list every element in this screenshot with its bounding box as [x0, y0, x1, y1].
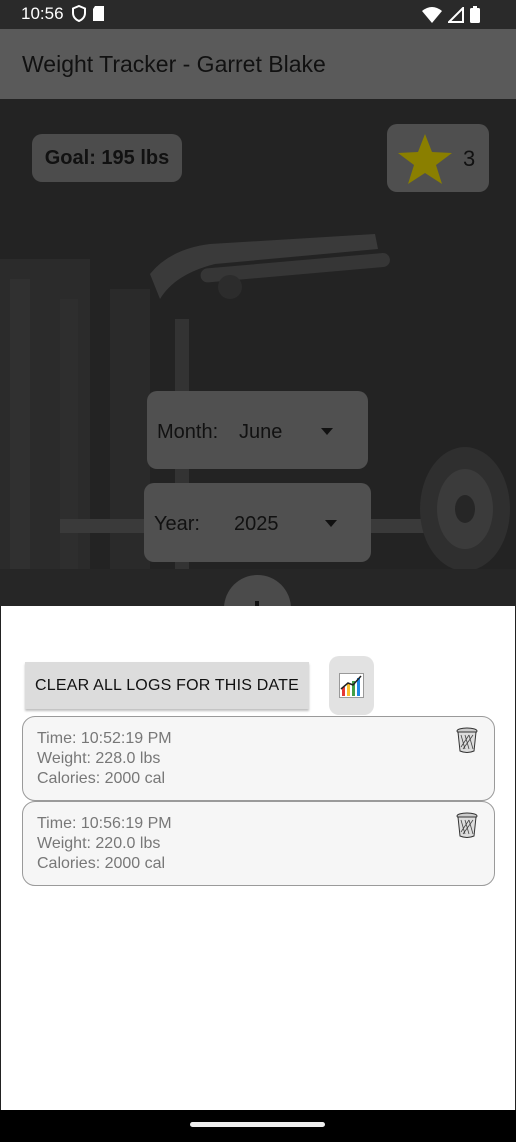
chart-increasing-icon — [339, 673, 364, 698]
wifi-icon — [422, 6, 442, 23]
chevron-down-icon — [321, 428, 333, 435]
shield-icon — [72, 5, 86, 22]
log-time: Time: 10:56:19 PM — [37, 815, 172, 832]
log-weight: Weight: 228.0 lbs — [37, 750, 161, 767]
stars-badge[interactable]: 3 — [387, 124, 489, 192]
home-gesture-handle[interactable] — [190, 1122, 325, 1127]
month-label: Month: — [157, 421, 219, 443]
log-card: Time: 10:56:19 PM Weight: 220.0 lbs Calo… — [22, 801, 495, 886]
battery-icon — [470, 6, 480, 23]
trash-icon[interactable] — [456, 812, 478, 838]
log-calories: Calories: 2000 cal — [37, 855, 166, 872]
log-weight: Weight: 220.0 lbs — [37, 835, 161, 852]
status-time: 10:56 — [21, 4, 64, 23]
log-time: Time: 10:52:19 PM — [37, 730, 172, 747]
cell-signal-icon — [448, 6, 464, 23]
year-label: Year: — [154, 513, 200, 535]
status-right-icons — [422, 6, 480, 23]
month-value: June — [239, 421, 283, 443]
month-dropdown[interactable]: Month: June — [147, 391, 368, 469]
status-left-icons — [72, 5, 105, 22]
chart-button[interactable] — [329, 656, 374, 715]
year-value: 2025 — [234, 513, 279, 535]
status-bar: 10:56 — [0, 0, 516, 29]
log-calories: Calories: 2000 cal — [37, 770, 166, 787]
clear-logs-button[interactable]: Clear all logs for this date — [25, 662, 309, 709]
log-card: Time: 10:52:19 PM Weight: 228.0 lbs Calo… — [22, 716, 495, 801]
year-dropdown[interactable]: Year: 2025 — [144, 483, 371, 562]
chevron-down-icon — [325, 520, 337, 527]
app-bar: Weight Tracker - Garret Blake — [0, 29, 516, 99]
sd-card-icon — [93, 6, 104, 21]
star-icon — [398, 134, 452, 184]
trash-icon[interactable] — [456, 727, 478, 753]
goal-badge: Goal: 195 lbs — [32, 134, 182, 182]
stars-count: 3 — [463, 146, 476, 171]
navigation-bar — [0, 1110, 516, 1142]
app-title: Weight Tracker - Garret Blake — [22, 51, 326, 77]
